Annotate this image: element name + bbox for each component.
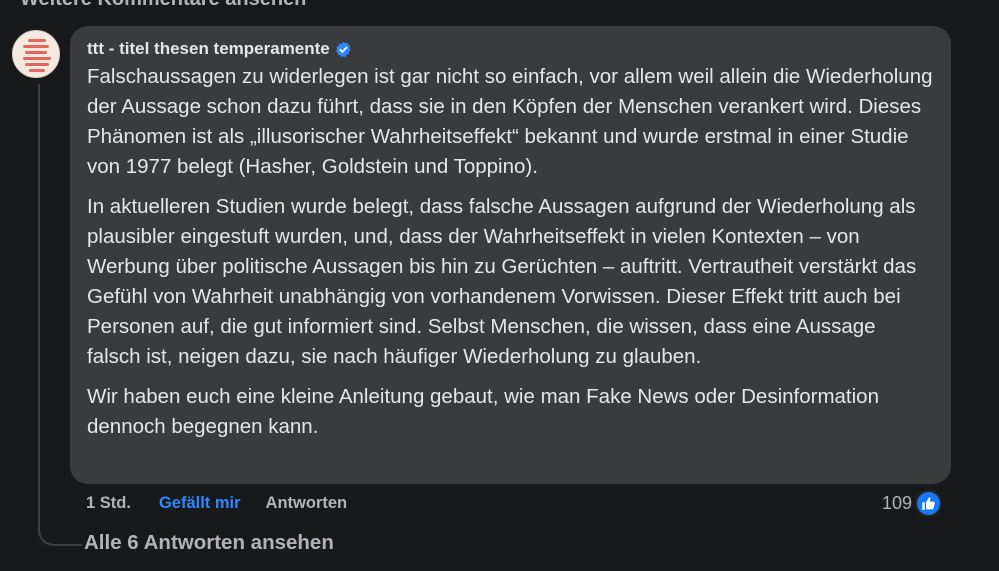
comment-actions: 1 Std. Gefällt mir Antworten [86,491,347,515]
comment-paragraph: In aktuelleren Studien wurde belegt, das… [87,195,917,368]
thread-connector [38,516,82,546]
view-replies-link[interactable]: Alle 6 Antworten ansehen [84,531,334,555]
like-button[interactable]: Gefällt mir [159,494,241,513]
author-name[interactable]: ttt - titel thesen temperamente [87,39,330,59]
reaction-count: 109 [882,492,913,513]
thumbs-up-icon [915,489,943,517]
timestamp[interactable]: 1 Std. [86,494,131,513]
comment-thread: Weitere Kommentare ansehen ttt - titel t… [0,0,999,571]
reply-button[interactable]: Antworten [266,494,348,513]
comment-paragraph: Wir haben euch eine kleine Anleitung geb… [87,385,879,438]
comment-bubble: ttt - titel thesen temperamente Falschau… [70,26,951,484]
reaction-summary[interactable]: 109 [882,489,943,517]
author-row: ttt - titel thesen temperamente [87,36,933,62]
more-comments-link[interactable]: Weitere Kommentare ansehen [20,0,306,11]
comment-text: Falschaussagen zu widerlegen ist gar nic… [87,62,933,442]
comment-paragraph: Falschaussagen zu widerlegen ist gar nic… [87,65,933,178]
avatar[interactable] [12,30,60,78]
verified-badge-icon [335,41,352,58]
thread-line [38,84,40,518]
